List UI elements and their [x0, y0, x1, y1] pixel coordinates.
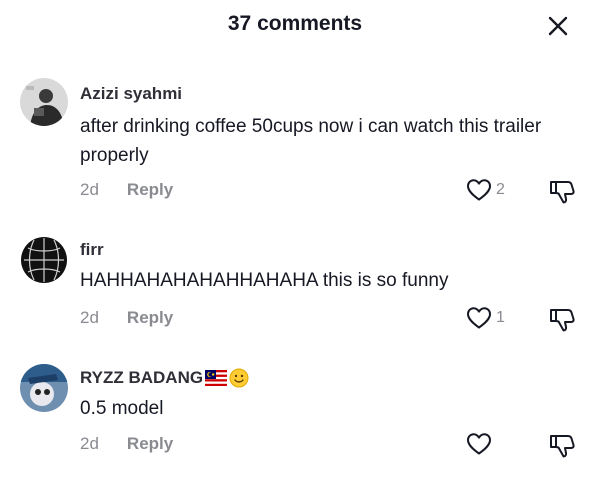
comment-item: Azizi syahmi after drinking coffee 50cup… [0, 78, 590, 218]
comment-meta: 2d Reply [80, 180, 173, 200]
avatar[interactable] [20, 236, 68, 284]
comment-date: 2d [80, 434, 99, 453]
thumbs-down-outline-icon [550, 181, 575, 204]
comment-meta: 2d Reply [80, 434, 173, 454]
username-text: RYZZ BADANG [80, 368, 204, 387]
dislike-button[interactable] [548, 306, 576, 334]
comment-item: RYZZ BADANG 0.5 model 2d Reply [0, 364, 590, 464]
comments-header: 37 comments [0, 0, 590, 52]
like-button[interactable] [466, 432, 492, 456]
like-button[interactable]: 1 [466, 306, 505, 330]
comment-username[interactable]: RYZZ BADANG [80, 368, 249, 388]
reply-button[interactable]: Reply [127, 180, 173, 200]
like-count: 2 [496, 181, 505, 198]
thumbs-down-outline-icon [550, 309, 575, 332]
comments-count-title: 37 comments [227, 12, 363, 35]
malaysia-flag-emoji [205, 370, 228, 386]
comment-text: after drinking coffee 50cups now i can w… [80, 116, 542, 166]
comment-item: firr HAHHAHAHAHAHHAHAHA this is so funny… [0, 236, 590, 336]
comment-date: 2d [80, 308, 99, 327]
reply-button[interactable]: Reply [127, 434, 173, 454]
comment-text: 0.5 model [80, 398, 164, 419]
avatar[interactable] [20, 364, 68, 412]
close-button[interactable] [540, 10, 576, 42]
avatar[interactable] [20, 78, 68, 126]
like-button[interactable]: 2 [466, 178, 505, 202]
heart-outline-icon [467, 307, 491, 329]
comment-text: HAHHAHAHAHAHHAHAHA this is so funny [80, 270, 449, 291]
heart-outline-icon [467, 433, 491, 455]
like-count: 1 [496, 309, 505, 326]
dislike-button[interactable] [548, 178, 576, 206]
thumbs-down-outline-icon [550, 435, 575, 458]
reply-button[interactable]: Reply [127, 308, 173, 328]
dislike-button[interactable] [548, 432, 576, 460]
comment-date: 2d [80, 180, 99, 199]
comment-username[interactable]: firr [80, 240, 104, 260]
comment-meta: 2d Reply [80, 308, 173, 328]
comment-username[interactable]: Azizi syahmi [80, 84, 182, 104]
smiling-face-emoji [229, 368, 249, 388]
heart-outline-icon [467, 179, 491, 201]
close-icon [548, 16, 568, 36]
